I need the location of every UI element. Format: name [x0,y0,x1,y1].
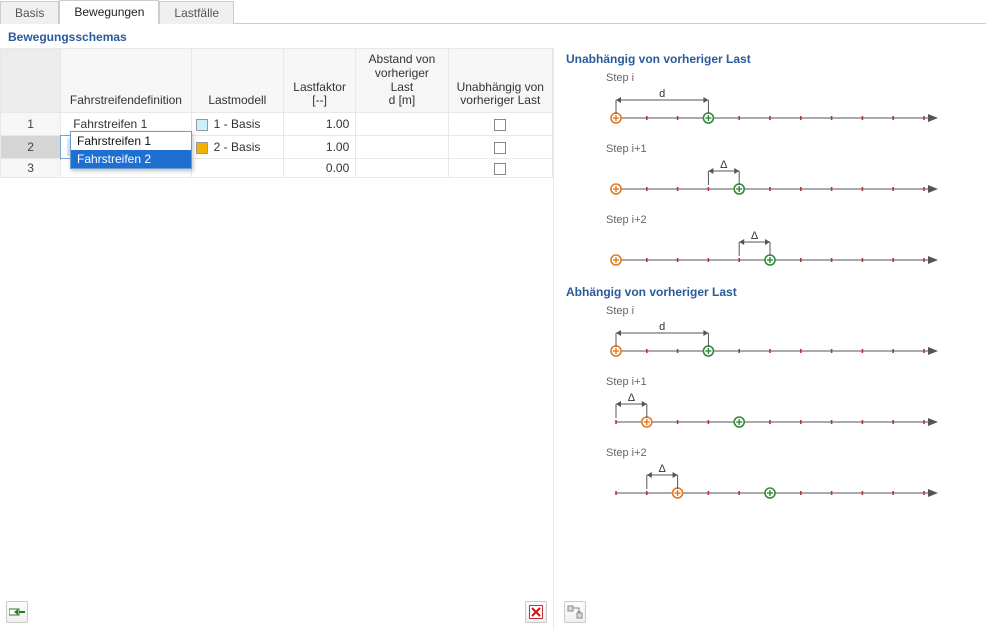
checkbox[interactable] [494,163,506,175]
row-number[interactable]: 1 [1,113,61,136]
diagram: d [564,317,980,372]
step-label: Step i [564,301,980,317]
svg-text:Δ: Δ [659,463,667,475]
col-indep[interactable]: Unabhängig von vorheriger Last [448,49,552,113]
svg-text:Δ: Δ [720,159,728,171]
cell-indep[interactable] [448,159,552,178]
col-model[interactable]: Lastmodell [191,49,283,113]
diagram: Δ [564,155,980,210]
tab-movements[interactable]: Bewegungen [59,0,159,24]
diagram: Δ [564,226,980,281]
svg-text:d: d [659,88,665,100]
row-number[interactable]: 3 [1,159,61,178]
col-lane[interactable]: Fahrstreifendefinition [61,49,191,113]
step-label: Step i+2 [564,210,980,226]
lane-dropdown[interactable]: Fahrstreifen 1 Fahrstreifen 2 [70,131,192,169]
step-label: Step i+2 [564,443,980,459]
row-number[interactable]: 2 [1,136,61,159]
cell-factor[interactable]: 0.00 [284,159,356,178]
checkbox[interactable] [494,119,506,131]
dropdown-option[interactable]: Fahrstreifen 2 [71,150,191,168]
diagram: d [564,84,980,139]
cell-dist[interactable] [356,136,448,159]
section-dependent-title: Abhängig von vorheriger Last [564,281,980,301]
cell-dist[interactable] [356,113,448,136]
section-independent-title: Unabhängig von vorheriger Last [564,48,980,68]
reorder-icon [567,605,583,619]
col-dist[interactable]: Abstand von vorheriger Last d [m] [356,49,448,113]
cell-dist[interactable] [356,159,448,178]
step-label: Step i+1 [564,139,980,155]
cell-model[interactable]: 2 - Basis [191,136,283,159]
svg-text:d: d [659,321,665,333]
svg-text:Δ: Δ [628,392,636,404]
tab-bar: Basis Bewegungen Lastfälle [0,0,986,24]
step-label: Step i [564,68,980,84]
grid-corner [1,49,61,113]
cell-indep[interactable] [448,113,552,136]
step-label: Step i+1 [564,372,980,388]
cell-factor[interactable]: 1.00 [284,136,356,159]
panel-title: Bewegungsschemas [0,24,986,48]
model-swatch [196,119,208,131]
col-factor[interactable]: Lastfaktor [--] [284,49,356,113]
tab-loadcases[interactable]: Lastfälle [159,1,234,24]
reorder-button[interactable] [564,601,586,623]
cell-model[interactable] [191,159,283,178]
diagram: Δ [564,388,980,443]
delete-x-icon [529,605,543,619]
insert-row-button[interactable] [6,601,28,623]
checkbox[interactable] [494,142,506,154]
svg-text:Δ: Δ [751,230,759,242]
cell-indep[interactable] [448,136,552,159]
diagram: Δ [564,459,980,514]
tab-basis[interactable]: Basis [0,1,59,24]
insert-row-icon [9,605,25,619]
cell-factor[interactable]: 1.00 [284,113,356,136]
delete-button[interactable] [525,601,547,623]
cell-model[interactable]: 1 - Basis [191,113,283,136]
dropdown-option[interactable]: Fahrstreifen 1 [71,132,191,150]
model-swatch [196,142,208,154]
